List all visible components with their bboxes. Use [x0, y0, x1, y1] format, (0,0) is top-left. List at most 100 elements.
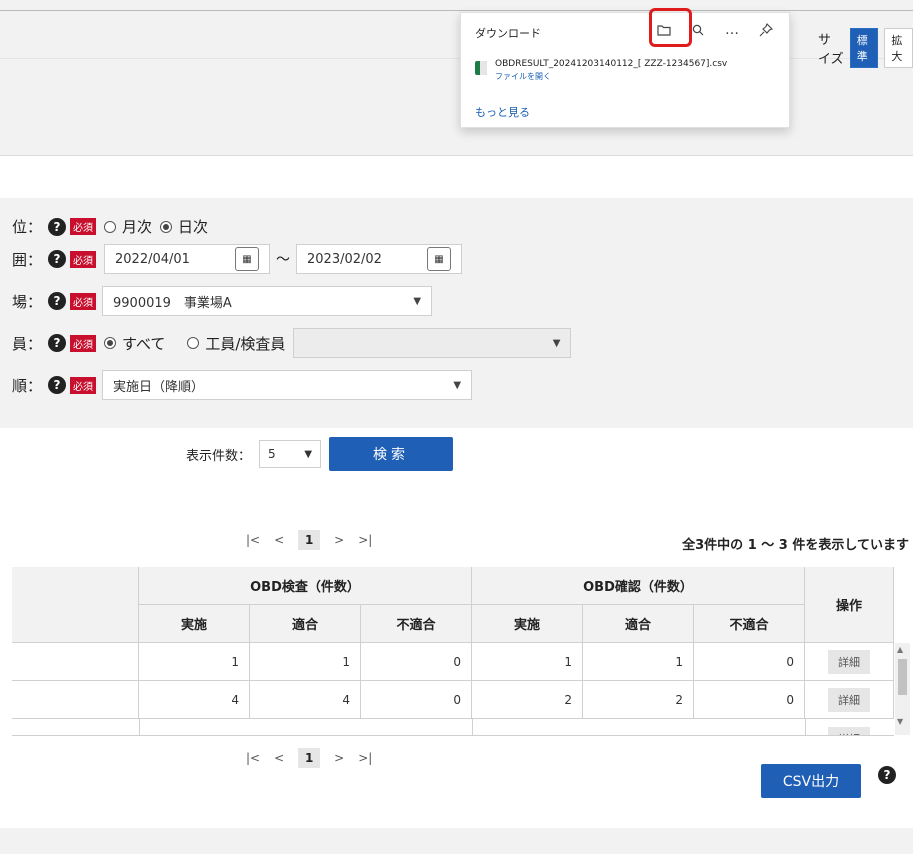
table-cell-action: 詳細: [805, 643, 894, 681]
table-cell: 1: [583, 643, 694, 681]
order-label: 順：: [12, 376, 43, 395]
table-subheader: 不適合: [694, 605, 805, 643]
scroll-thumb[interactable]: [898, 659, 907, 695]
table-header-operation: 操作: [805, 567, 894, 643]
radio-icon: [187, 337, 200, 349]
search-button[interactable]: 検索: [329, 437, 454, 471]
page-size-select[interactable]: 5 ▼: [259, 440, 322, 468]
order-select[interactable]: 実施日（降順） ▼: [102, 370, 473, 400]
see-more-link[interactable]: もっと見る: [475, 104, 530, 120]
table-subheader: 実施: [139, 605, 250, 643]
radio-icon: [104, 220, 117, 233]
page-size-label: 表示件数：: [186, 448, 252, 464]
excel-file-icon: [475, 61, 487, 75]
last-page-button[interactable]: >|: [358, 533, 372, 547]
table-cell: [12, 681, 139, 719]
date-to-field[interactable]: 2023/02/02 ▦: [296, 244, 463, 274]
site-select-value: 9900019 事業場A: [113, 295, 232, 311]
csv-export-button[interactable]: CSV出力: [761, 764, 861, 798]
page-1-button[interactable]: 1: [298, 748, 321, 768]
unit-day-radio[interactable]: 日次: [160, 216, 208, 237]
font-size-standard-button[interactable]: 標準: [849, 28, 879, 68]
table-header-blank: [12, 567, 139, 643]
table-divider: [139, 719, 140, 735]
help-icon[interactable]: ?: [48, 217, 67, 236]
unit-month-label: 月次: [122, 218, 153, 236]
required-badge: 必須: [70, 218, 97, 235]
required-badge: 必須: [70, 292, 97, 310]
table-cell: 1: [472, 643, 583, 681]
table-row-partial: 詳細: [12, 719, 894, 735]
table-cell: 2: [472, 681, 583, 719]
staff-select[interactable]: ▼: [293, 328, 572, 358]
table-cell: 0: [694, 681, 805, 719]
table-cell: 1: [250, 643, 361, 681]
detail-button[interactable]: 詳細: [828, 649, 870, 674]
staff-worker-label: 工員/検査員: [205, 334, 286, 353]
pagination-top: |< < 1 > >|: [246, 530, 372, 550]
chevron-down-icon: ▼: [304, 448, 313, 460]
font-size-label: サイズ: [818, 33, 844, 67]
table-subheader: 不適合: [361, 605, 472, 643]
table-scrollbar[interactable]: ▲ ▼: [895, 643, 910, 735]
unit-month-radio[interactable]: 月次: [104, 216, 152, 237]
unit-label: 位：: [12, 218, 43, 236]
scroll-up-icon[interactable]: ▲: [897, 645, 903, 654]
footer-band: [0, 828, 913, 854]
date-to-value: 2023/02/02: [307, 251, 382, 267]
table-cell-action: 詳細: [805, 681, 894, 719]
calendar-icon[interactable]: ▦: [427, 247, 452, 271]
download-item[interactable]: OBDRESULT_20241203140112_[ ZZZ-1234567].…: [475, 59, 727, 82]
detail-button[interactable]: 詳細: [828, 727, 870, 735]
table-cell: 0: [361, 681, 472, 719]
site-select[interactable]: 9900019 事業場A ▼: [102, 286, 433, 316]
detail-button[interactable]: 詳細: [828, 687, 870, 712]
help-icon[interactable]: ?: [48, 292, 67, 310]
first-page-button[interactable]: |<: [246, 751, 260, 765]
open-file-link[interactable]: ファイルを開く: [495, 71, 727, 82]
table-subheader: 適合: [250, 605, 361, 643]
order-select-value: 実施日（降順）: [113, 379, 205, 395]
next-page-button[interactable]: >: [334, 533, 344, 547]
range-separator: ～: [276, 252, 291, 268]
last-page-button[interactable]: >|: [358, 751, 372, 765]
pin-icon[interactable]: [755, 19, 777, 41]
date-from-value: 2022/04/01: [115, 251, 190, 267]
table-subheader: 実施: [472, 605, 583, 643]
table-bottom-border: [12, 735, 894, 736]
result-summary: 全3件中の 1 ～ 3 件を表示しています: [682, 538, 909, 553]
staff-label: 員：: [12, 334, 43, 353]
font-size-large-button[interactable]: 拡大: [884, 28, 913, 68]
table-subheader: 適合: [583, 605, 694, 643]
table-cell: 4: [250, 681, 361, 719]
help-icon[interactable]: ?: [48, 250, 67, 268]
help-icon[interactable]: ?: [878, 766, 896, 784]
staff-all-radio[interactable]: すべて: [104, 333, 165, 354]
table-divider: [805, 719, 806, 735]
help-icon[interactable]: ?: [48, 334, 67, 352]
range-row: 囲： ? 必須 2022/04/01 ▦ ～ 2023/02/02 ▦: [12, 244, 463, 274]
unit-row: 位： ? 必須 月次 日次: [12, 216, 208, 237]
table-cell: 2: [583, 681, 694, 719]
first-page-button[interactable]: |<: [246, 533, 260, 547]
radio-selected-icon: [104, 337, 117, 349]
required-badge: 必須: [70, 250, 97, 268]
scroll-down-icon[interactable]: ▼: [897, 717, 903, 726]
page-1-button[interactable]: 1: [298, 530, 321, 550]
staff-worker-radio[interactable]: 工員/検査員: [187, 333, 285, 354]
more-icon[interactable]: …: [721, 19, 743, 41]
required-badge: 必須: [70, 376, 97, 394]
date-from-field[interactable]: 2022/04/01 ▦: [104, 244, 271, 274]
range-label: 囲：: [12, 250, 43, 269]
download-title: ダウンロード: [475, 27, 541, 40]
site-row: 場： ? 必須 9900019 事業場A ▼: [12, 286, 433, 316]
help-icon[interactable]: ?: [48, 376, 67, 394]
staff-all-label: すべて: [122, 334, 166, 353]
prev-page-button[interactable]: <: [274, 533, 284, 547]
header-divider: [0, 10, 913, 11]
chevron-down-icon: ▼: [552, 337, 561, 349]
prev-page-button[interactable]: <: [274, 751, 284, 765]
calendar-icon[interactable]: ▦: [235, 247, 260, 271]
order-row: 順： ? 必須 実施日（降順） ▼: [12, 370, 473, 400]
next-page-button[interactable]: >: [334, 751, 344, 765]
